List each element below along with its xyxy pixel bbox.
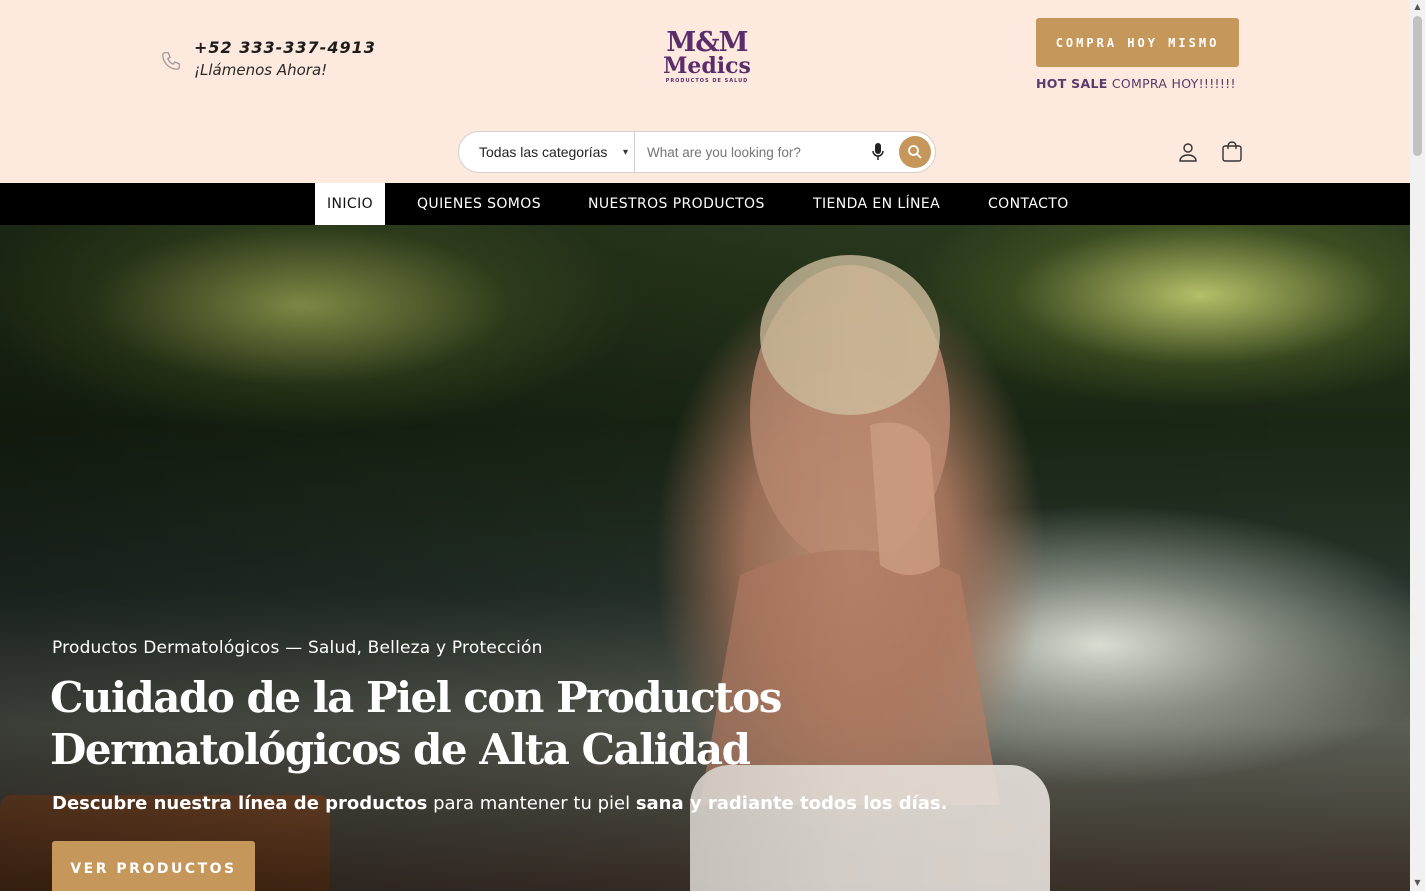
hero-banner: Productos Dermatológicos — Salud, Bellez… [0,225,1410,891]
hero-title-line1: Cuidado de la Piel con Productos [50,673,782,722]
phone-number[interactable]: +52 333-337-4913 [194,38,376,57]
search-input[interactable] [635,133,871,171]
logo-line2: Medics [663,53,751,79]
site-logo[interactable]: M&M Medics PRODUCTOS DE SALUD [662,29,752,84]
nav-item-nuestros-productos[interactable]: NUESTROS PRODUCTOS [588,183,765,225]
nav-item-contacto[interactable]: CONTACTO [988,183,1069,225]
hero-subtitle: Descubre nuestra línea de productos para… [52,793,948,814]
scroll-up-icon[interactable]: ▲ [1413,2,1422,11]
nav-item-inicio[interactable]: INICIO [315,183,386,225]
hot-sale-label: HOT SALE [1036,76,1108,91]
scroll-down-icon[interactable]: ▼ [1413,878,1422,887]
view-products-button[interactable]: VER PRODUCTOS [52,841,255,891]
logo-tagline: PRODUCTOS DE SALUD [665,78,749,84]
hero-sub-part1: Descubre nuestra línea de productos [52,793,428,814]
phone-icon [162,52,180,70]
buy-now-button[interactable]: COMPRA HOY MISMO [1036,18,1239,67]
nav-item-tienda-en-linea[interactable]: TIENDA EN LÍNEA [813,183,940,225]
category-selected-value: Todas las categorías [479,144,608,160]
scrollbar-thumb[interactable] [1413,16,1422,156]
hero-eyebrow: Productos Dermatológicos — Salud, Bellez… [52,638,543,658]
phone-cta-text: ¡Llámenos Ahora! [194,61,328,79]
hot-sale-text: COMPRA HOY!!!!!!! [1107,76,1236,91]
cart-icon[interactable] [1220,140,1244,164]
nav-item-quienes-somos[interactable]: QUIENES SOMOS [417,183,541,225]
mic-icon[interactable] [871,142,885,162]
main-nav: INICIO QUIENES SOMOS NUESTROS PRODUCTOS … [0,183,1410,225]
chevron-down-icon: ▾ [622,146,628,158]
hero-title-line2: Dermatológicos de Alta Calidad [50,725,751,774]
search-icon [908,145,922,159]
hot-sale-banner[interactable]: HOT SALE COMPRA HOY!!!!!!! [1036,76,1236,91]
category-select[interactable]: Todas las categorías ▾ [459,132,635,172]
phone-contact[interactable]: +52 333-337-4913 ¡Llámenos Ahora! [160,38,376,79]
hero-title: Cuidado de la Piel con Productos Dermato… [50,672,850,776]
hero-sub-part3: sana y radiante todos los días. [635,793,948,814]
search-bar: Todas las categorías ▾ [458,131,936,173]
page-scrollbar[interactable]: ▲ ▼ [1410,0,1425,891]
user-icon[interactable] [1176,140,1200,164]
hero-sub-part2: para mantener tu piel [427,793,636,814]
site-header: +52 333-337-4913 ¡Llámenos Ahora! M&M Me… [0,0,1410,183]
search-button[interactable] [899,136,931,168]
hero-overlay [0,225,1410,891]
